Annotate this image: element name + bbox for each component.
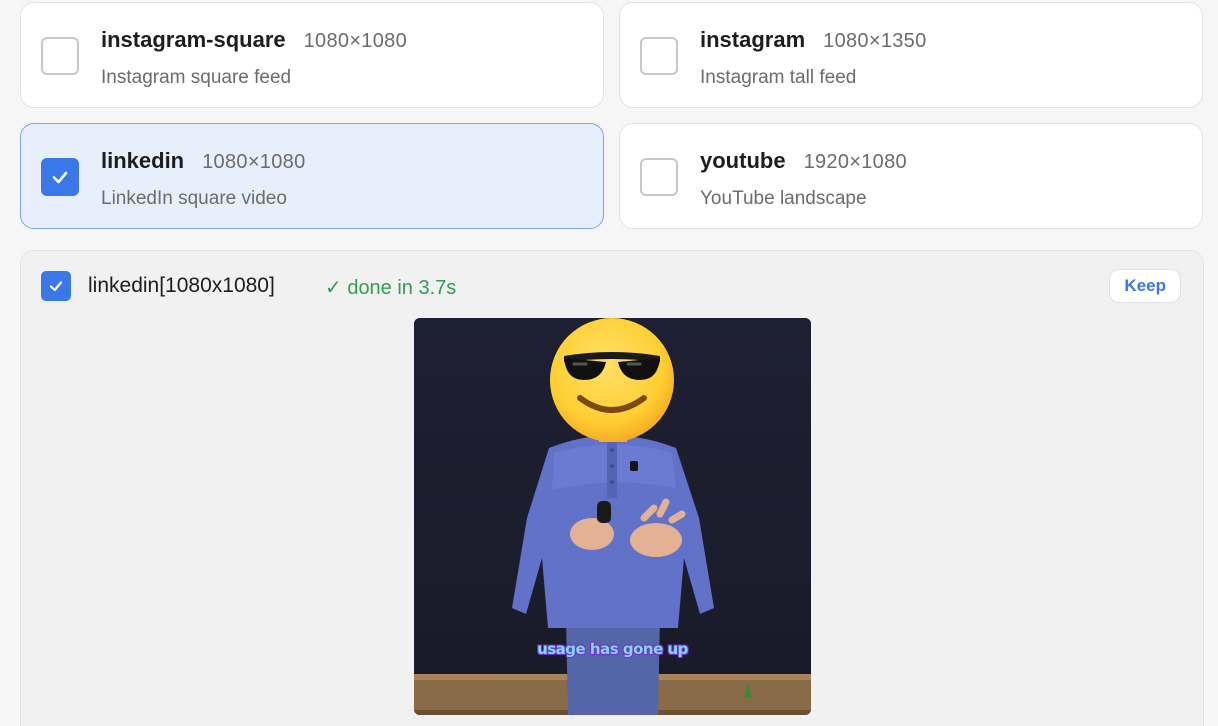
preset-name: linkedin [101, 148, 185, 173]
preset-dimensions: 1080×1080 [202, 151, 306, 173]
result-status: ✓ done in 3.7s [325, 277, 457, 299]
keep-button[interactable]: Keep [1109, 269, 1181, 303]
preset-card-youtube[interactable]: youtube 1920×1080 YouTube landscape [619, 123, 1203, 229]
preset-checkbox-instagram-square[interactable] [41, 37, 79, 75]
export-presets-screen: instagram-square 1080×1080 Instagram squ… [0, 0, 1218, 726]
preset-dimensions: 1080×1080 [303, 30, 407, 52]
result-title: linkedin[1080x1080] [88, 274, 275, 297]
preset-description: Instagram square feed [101, 67, 292, 88]
export-result-panel: linkedin[1080x1080] ✓ done in 3.7s Keep [20, 250, 1204, 726]
preset-dimensions: 1920×1080 [803, 151, 907, 173]
preset-card-instagram[interactable]: instagram 1080×1350 Instagram tall feed [619, 2, 1203, 108]
sunglasses-emoji [550, 318, 674, 442]
video-caption: usage has gone up [414, 640, 811, 659]
video-preview[interactable]: usage has gone up [414, 318, 811, 715]
preset-name: instagram-square [101, 27, 286, 52]
checkmark-icon [49, 281, 63, 292]
preset-description: YouTube landscape [700, 188, 867, 209]
preset-card-instagram-square[interactable]: instagram-square 1080×1080 Instagram squ… [20, 2, 604, 108]
preset-checkbox-youtube[interactable] [640, 158, 678, 196]
preset-dimensions: 1080×1350 [823, 30, 927, 52]
preset-checkbox-instagram[interactable] [640, 37, 678, 75]
result-checkbox[interactable] [41, 271, 71, 301]
preset-info: linkedin 1080×1080 LinkedIn square video [101, 148, 306, 210]
preset-description: LinkedIn square video [101, 188, 287, 209]
preset-name: instagram [700, 27, 806, 52]
preset-card-linkedin[interactable]: linkedin 1080×1080 LinkedIn square video [20, 123, 604, 229]
preset-name: youtube [700, 148, 786, 173]
preset-checkbox-linkedin[interactable] [41, 158, 79, 196]
preset-info: youtube 1920×1080 YouTube landscape [700, 148, 907, 210]
checkmark-icon [52, 171, 68, 184]
preset-info: instagram-square 1080×1080 Instagram squ… [101, 27, 407, 89]
preset-info: instagram 1080×1350 Instagram tall feed [700, 27, 927, 89]
preset-description: Instagram tall feed [700, 67, 857, 88]
caption-text: usage has gone up [537, 640, 688, 658]
